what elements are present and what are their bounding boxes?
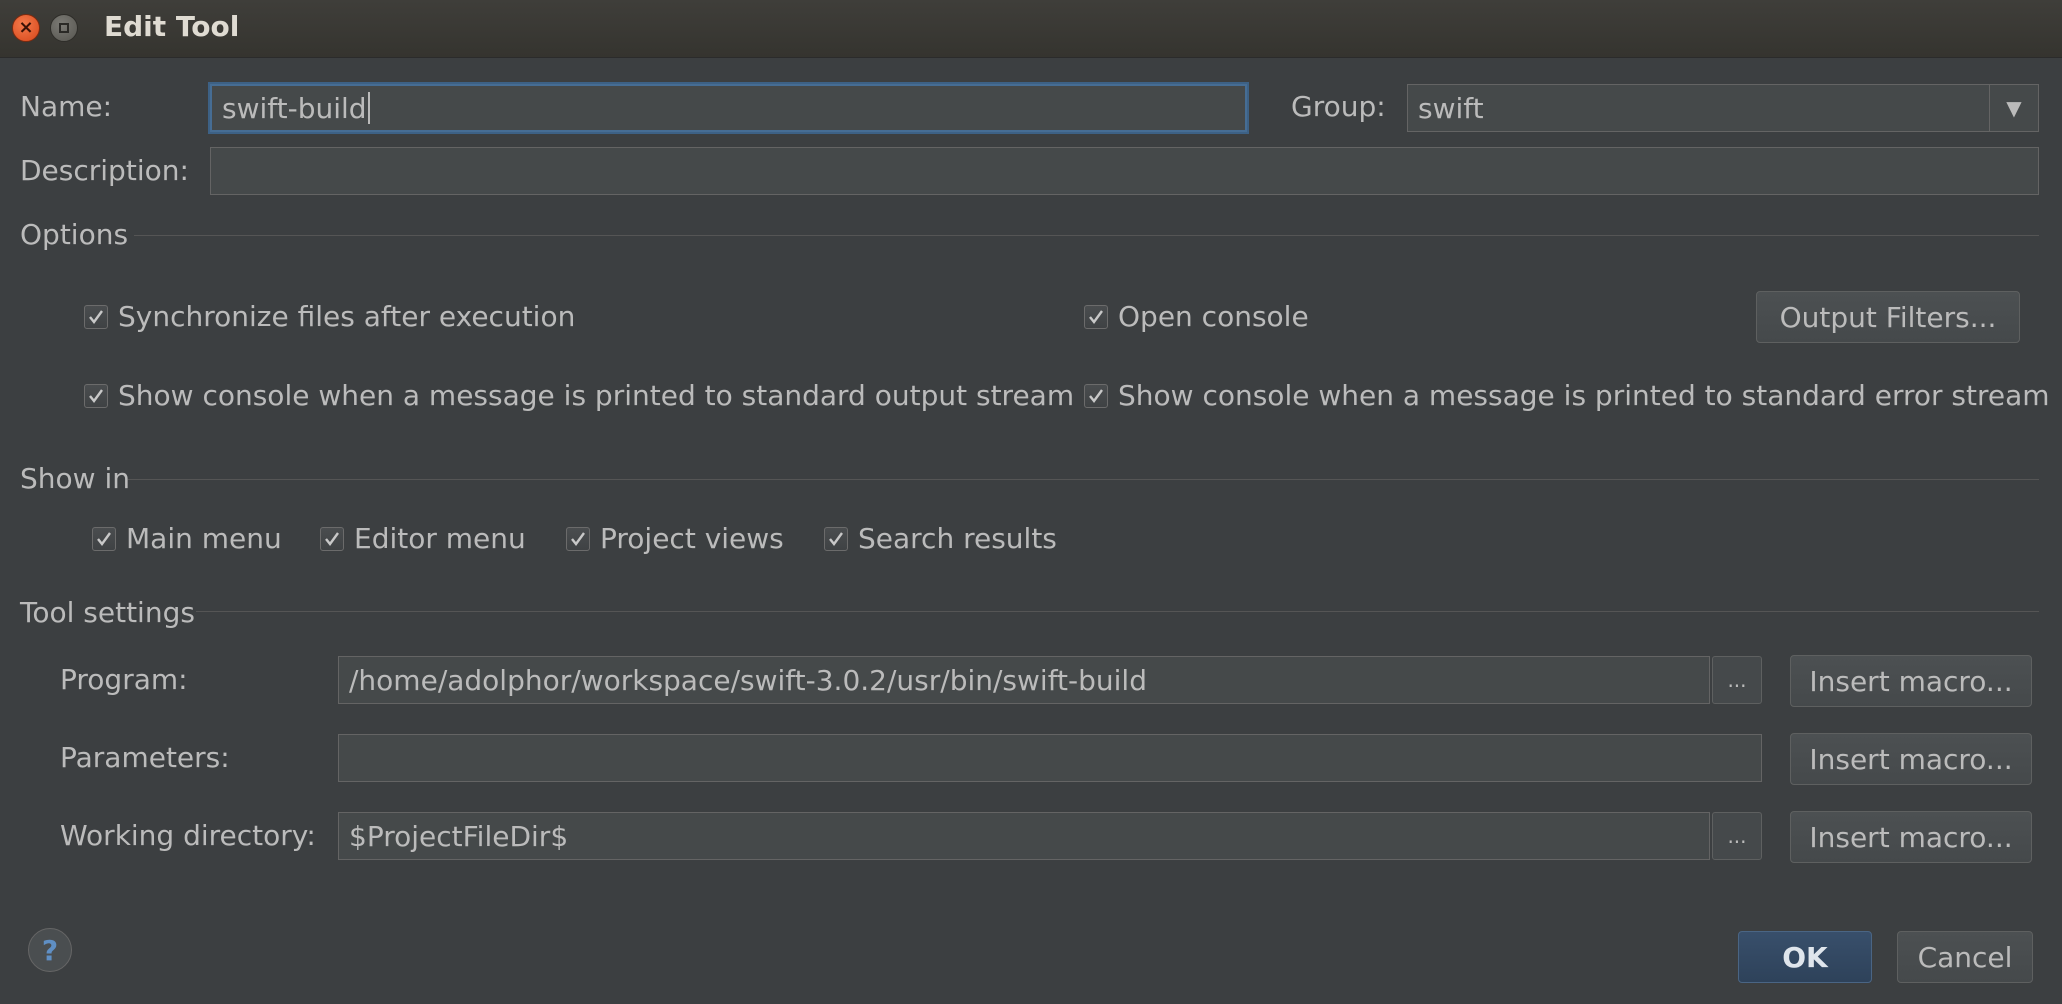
options-separator (134, 235, 2039, 236)
working-directory-label: Working directory: (60, 819, 316, 852)
working-directory-input-value: $ProjectFileDir$ (349, 819, 569, 853)
editor-menu-checkbox[interactable]: Editor menu (320, 522, 526, 555)
output-filters-button[interactable]: Output Filters... (1756, 291, 2020, 343)
maximize-window-button[interactable] (50, 14, 78, 42)
main-menu-label: Main menu (126, 522, 282, 555)
show-console-stderr-checkbox[interactable]: Show console when a message is printed t… (1084, 379, 2050, 412)
maximize-icon (59, 23, 69, 33)
sync-files-label: Synchronize files after execution (118, 300, 576, 333)
name-input[interactable]: swift-build (210, 84, 1247, 132)
project-views-checkbox[interactable]: Project views (566, 522, 784, 555)
program-label: Program: (60, 663, 188, 696)
check-icon (89, 388, 103, 403)
search-results-checkbox[interactable]: Search results (824, 522, 1057, 555)
check-icon (829, 531, 843, 546)
show-in-separator (128, 479, 2039, 480)
name-input-value: swift-build (222, 91, 367, 125)
open-console-label: Open console (1118, 300, 1309, 333)
help-icon[interactable]: ? (28, 928, 72, 972)
description-label: Description: (20, 154, 189, 187)
main-menu-checkbox[interactable]: Main menu (92, 522, 282, 555)
description-input[interactable] (210, 147, 2039, 195)
check-icon (1089, 309, 1103, 324)
parameters-label: Parameters: (60, 741, 230, 774)
checkbox-box (1084, 383, 1108, 408)
show-in-section-title: Show in (20, 462, 130, 495)
title-bar: × Edit Tool (0, 0, 2062, 58)
sync-files-checkbox[interactable]: Synchronize files after execution (84, 300, 575, 333)
program-insert-macro-button[interactable]: Insert macro... (1790, 655, 2032, 707)
check-icon (89, 309, 103, 324)
show-console-stdout-checkbox[interactable]: Show console when a message is printed t… (84, 379, 1074, 412)
working-directory-input[interactable]: $ProjectFileDir$ (338, 812, 1710, 860)
tool-settings-section-title: Tool settings (20, 596, 195, 629)
check-icon (1089, 388, 1103, 403)
checkbox-box (92, 526, 116, 551)
options-section-title: Options (20, 218, 129, 251)
window-title: Edit Tool (104, 10, 240, 43)
parameters-input[interactable] (338, 734, 1762, 782)
check-icon (97, 531, 111, 546)
close-icon: × (18, 17, 34, 38)
check-icon (325, 531, 339, 546)
check-icon (571, 531, 585, 546)
open-console-checkbox[interactable]: Open console (1084, 300, 1309, 333)
working-directory-browse-button[interactable]: ... (1712, 812, 1762, 860)
working-directory-insert-macro-button[interactable]: Insert macro... (1790, 811, 2032, 863)
checkbox-box (1084, 304, 1108, 329)
text-caret (367, 92, 370, 124)
checkbox-box (824, 526, 848, 551)
name-label: Name: (20, 90, 113, 123)
checkbox-box (84, 383, 108, 408)
ok-button[interactable]: OK (1738, 931, 1872, 983)
group-combo[interactable]: swift ▼ (1407, 84, 2039, 132)
editor-menu-label: Editor menu (354, 522, 526, 555)
program-input-value: /home/adolphor/workspace/swift-3.0.2/usr… (349, 663, 1147, 697)
show-console-stderr-label: Show console when a message is printed t… (1118, 379, 2050, 412)
group-combo-value: swift (1418, 91, 1484, 125)
checkbox-box (84, 304, 108, 329)
cancel-button[interactable]: Cancel (1897, 931, 2033, 983)
program-browse-button[interactable]: ... (1712, 656, 1762, 704)
parameters-insert-macro-button[interactable]: Insert macro... (1790, 733, 2032, 785)
close-window-button[interactable]: × (12, 14, 40, 42)
tool-settings-separator (196, 611, 2039, 612)
group-label: Group: (1291, 90, 1386, 123)
program-input[interactable]: /home/adolphor/workspace/swift-3.0.2/usr… (338, 656, 1710, 704)
project-views-label: Project views (600, 522, 784, 555)
search-results-label: Search results (858, 522, 1057, 555)
checkbox-box (566, 526, 590, 551)
checkbox-box (320, 526, 344, 551)
show-console-stdout-label: Show console when a message is printed t… (118, 379, 1075, 412)
chevron-down-icon[interactable]: ▼ (1989, 85, 2038, 131)
